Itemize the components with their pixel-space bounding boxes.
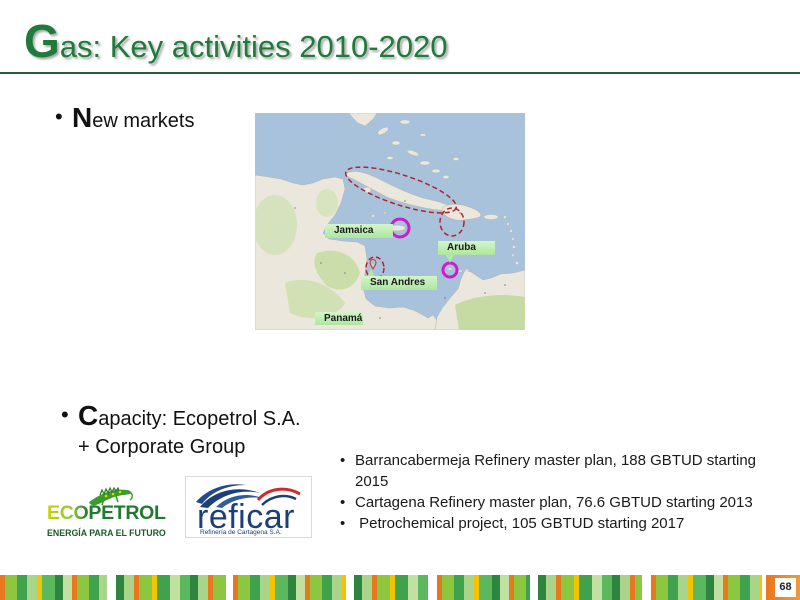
- map-graphic: [255, 113, 525, 330]
- slide: Gas: Key activities 2010-2020 New market…: [0, 0, 800, 600]
- bullet-new-markets: New markets: [55, 102, 195, 138]
- stripe-segment: [233, 575, 346, 600]
- list-item: Petrochemical project, 105 GBTUD startin…: [340, 513, 785, 534]
- ecopetrol-wordmark: ECOPETROL: [47, 502, 166, 524]
- projects-list: Barrancabermeja Refinery master plan, 18…: [340, 450, 785, 534]
- reficar-tagline: Refinería de Cartagena S.A.: [200, 529, 282, 536]
- stripe-segment: [0, 575, 107, 600]
- list-item: Barrancabermeja Refinery master plan, 18…: [340, 450, 785, 492]
- bullet-initial-letter: N: [72, 102, 93, 133]
- page-number: 68: [775, 578, 796, 597]
- title-text: as: Key activities 2010-2020: [59, 29, 448, 64]
- aruba-label-pointer: [446, 255, 454, 263]
- bullet-initial-letter: C: [78, 400, 99, 431]
- ecopetrol-logo: ECOPETROL ENERGÍA PARA EL FUTURO: [44, 480, 174, 542]
- list-item: Cartagena Refinery master plan, 76.6 GBT…: [340, 492, 785, 513]
- title-initial-letter: G: [24, 15, 60, 67]
- stripe-segment: [651, 575, 762, 600]
- map-label-san-andres: San Andres: [361, 276, 437, 290]
- stripe-segment: [538, 575, 642, 600]
- stripe-segment: [116, 575, 226, 600]
- bullet-text: ew markets: [92, 110, 195, 132]
- map-label-aruba: Aruba: [438, 241, 495, 255]
- stripe-segment: [354, 575, 428, 600]
- ecopetrol-tagline: ENERGÍA PARA EL FUTURO: [47, 528, 166, 538]
- reficar-logo: reficar Refinería de Cartagena S.A.: [185, 476, 312, 538]
- map-label-jamaica: Jamaica: [325, 224, 393, 238]
- capacity-second-line: + Corporate Group: [78, 436, 246, 458]
- stripe-segment: [437, 575, 530, 600]
- map-label-panama: Panamá: [315, 312, 363, 325]
- title-divider: [0, 72, 800, 74]
- slide-title: Gas: Key activities 2010-2020: [24, 14, 448, 68]
- footer-stripe: [0, 575, 800, 600]
- bullet-capacity: Capacity: Ecopetrol S.A.: [61, 400, 301, 436]
- puerto-rico-island: [483, 214, 499, 220]
- caribbean-map: Jamaica Aruba San Andres Panamá: [255, 113, 525, 330]
- bullet-text: apacity: Ecopetrol S.A.: [98, 408, 301, 430]
